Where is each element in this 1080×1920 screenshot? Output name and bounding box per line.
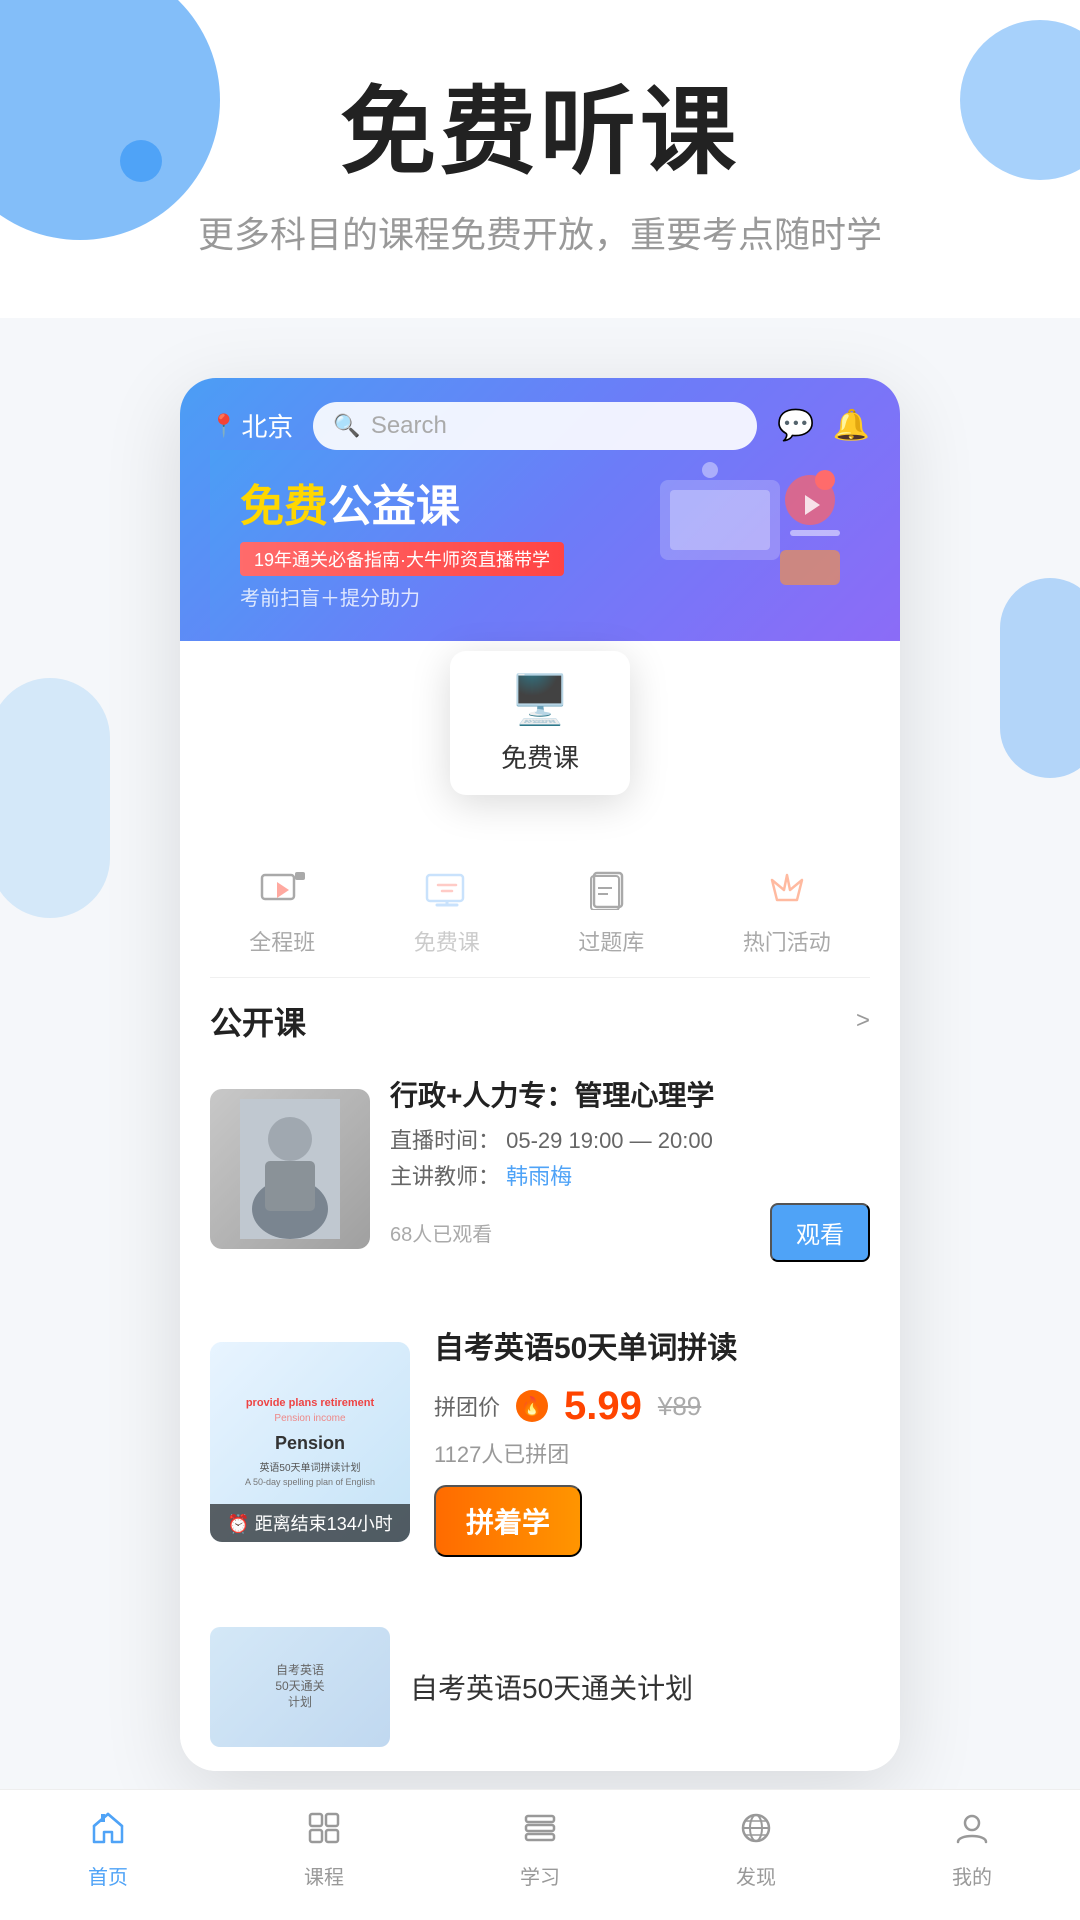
- nav-icons-row: 全程班 免费课: [180, 805, 900, 977]
- course-card: 行政+人力专：管理心理学 直播时间： 05-29 19:00 — 20:00 主…: [210, 1060, 870, 1278]
- nav-courses-label: 课程: [304, 1861, 344, 1890]
- nav-item-free-course[interactable]: 免费课: [414, 865, 480, 957]
- banner-tag: 19年通关必备指南·大牛师资直播带学: [240, 542, 564, 576]
- product2-info: 自考英语50天通关计划: [410, 1667, 870, 1707]
- course-bottom: 68人已观看 观看: [390, 1203, 870, 1262]
- nav-label-3: 过题库: [578, 925, 644, 957]
- timer-text: 距离结束134小时: [255, 1514, 393, 1534]
- nav-icon-box-3: [581, 865, 641, 915]
- sold-count: 1127人已拼团: [434, 1437, 870, 1469]
- course-meta: 直播时间： 05-29 19:00 — 20:00: [390, 1123, 870, 1155]
- banner-title-rest: 公益课: [328, 482, 460, 531]
- globe-icon: [738, 1810, 774, 1855]
- product-info-1: 自考英语50天单词拼读 拼团价 🔥 5.99 ¥89 1127人已拼团 拼着学: [434, 1328, 870, 1557]
- hero-title: 免费听课: [0, 80, 1080, 186]
- nav-section: 🖥️ 免费课 全程班: [180, 651, 900, 977]
- nav-courses[interactable]: 课程: [216, 1810, 432, 1890]
- list-icon: [522, 1810, 558, 1855]
- location-text: 北京: [241, 407, 293, 444]
- course-thumbnail: [210, 1089, 370, 1249]
- product-section-2: 自考英语50天通关计划 自考英语50天通关计划: [180, 1603, 900, 1771]
- product2-title: 自考英语50天通关计划: [410, 1667, 870, 1707]
- course-teacher: 主讲教师： 韩雨梅: [390, 1159, 870, 1191]
- grid-icon: [306, 1810, 342, 1855]
- price-label: 拼团价: [434, 1390, 500, 1422]
- banner-title-highlight: 免费: [240, 482, 328, 531]
- hero-section: 免费听课 更多科目的课程免费开放，重要考点随时学: [0, 0, 1080, 318]
- nav-mine[interactable]: 我的: [864, 1810, 1080, 1890]
- product-title-1: 自考英语50天单词拼读: [434, 1328, 870, 1370]
- teacher-label: 主讲教师：: [390, 1164, 500, 1189]
- product-timer: ⏰ 距离结束134小时: [210, 1504, 410, 1542]
- nav-home[interactable]: 首页: [0, 1810, 216, 1890]
- nav-mine-label: 我的: [952, 1861, 992, 1890]
- view-count: 68人已观看: [390, 1218, 492, 1247]
- search-placeholder-text: Search: [371, 412, 447, 440]
- section-more[interactable]: >: [856, 1007, 870, 1035]
- popup-label: 免费课: [501, 738, 579, 775]
- watch-button[interactable]: 观看: [770, 1203, 870, 1262]
- nav-home-label: 首页: [88, 1861, 128, 1890]
- location-tag[interactable]: 📍 北京: [210, 407, 293, 444]
- location-icon: 📍: [210, 413, 237, 439]
- home-icon: [90, 1810, 126, 1855]
- course-info: 行政+人力专：管理心理学 直播时间： 05-29 19:00 — 20:00 主…: [390, 1076, 870, 1262]
- app-mockup: 📍 北京 🔍 Search 💬 🔔 免费公益课 19年通关必备指南·大牛师资直播…: [180, 378, 900, 1771]
- nav-item-hot-activities[interactable]: 热门活动: [743, 865, 831, 957]
- nav-label-1: 全程班: [249, 925, 315, 957]
- app-top-bar: 📍 北京 🔍 Search 💬 🔔: [210, 402, 870, 450]
- section-title: 公开课: [210, 998, 306, 1044]
- public-course-section: 公开课 > 行政+人力专：管理心理学: [180, 977, 900, 1278]
- user-icon: [954, 1810, 990, 1855]
- product-thumbnail: provide plans retirement Pension income …: [210, 1342, 410, 1542]
- notification-icon[interactable]: 🔔: [833, 408, 870, 443]
- buy-button[interactable]: 拼着学: [434, 1485, 582, 1557]
- search-bar[interactable]: 🔍 Search: [313, 402, 757, 450]
- nav-icon-box-2: [417, 865, 477, 915]
- price-current: 5.99: [564, 1384, 642, 1429]
- mockup-wrapper: 📍 北京 🔍 Search 💬 🔔 免费公益课 19年通关必备指南·大牛师资直播…: [0, 378, 1080, 1811]
- nav-item-question-bank[interactable]: 过题库: [578, 865, 644, 957]
- teacher-photo: [210, 1089, 370, 1249]
- product-section-1: provide plans retirement Pension income …: [180, 1298, 900, 1587]
- blob-right: [1000, 578, 1080, 778]
- nav-item-all-classes[interactable]: 全程班: [249, 865, 315, 957]
- message-icon[interactable]: 💬: [777, 408, 814, 443]
- section-header: 公开课 >: [210, 977, 870, 1060]
- nav-icon-box-1: [252, 865, 312, 915]
- nav-study-label: 学习: [520, 1861, 560, 1890]
- top-icons: 💬 🔔: [777, 408, 870, 443]
- nav-label-2: 免费课: [414, 925, 480, 957]
- nav-discover[interactable]: 发现: [648, 1810, 864, 1890]
- product2-thumbnail: 自考英语50天通关计划: [210, 1627, 390, 1747]
- nav-discover-label: 发现: [736, 1861, 776, 1890]
- hero-subtitle: 更多科目的课程免费开放，重要考点随时学: [0, 206, 1080, 258]
- app-banner: 免费公益课 19年通关必备指南·大牛师资直播带学 考前扫盲＋提分助力: [210, 450, 870, 641]
- teacher-name: 韩雨梅: [506, 1164, 572, 1189]
- product-price-row: 拼团价 🔥 5.99 ¥89: [434, 1384, 870, 1429]
- course-title: 行政+人力专：管理心理学: [390, 1076, 870, 1115]
- price-original: ¥89: [658, 1391, 701, 1422]
- popup-card: 🖥️ 免费课: [450, 651, 630, 795]
- price-icon: 🔥: [516, 1390, 548, 1422]
- bottom-nav: 首页 课程 学习: [0, 1789, 1080, 1920]
- app-header: 📍 北京 🔍 Search 💬 🔔 免费公益课 19年通关必备指南·大牛师资直播…: [180, 378, 900, 641]
- banner-illustration: [650, 460, 850, 590]
- clock-icon: ⏰: [227, 1514, 249, 1534]
- search-icon: 🔍: [333, 413, 360, 439]
- popup-icon: 🖥️: [510, 671, 570, 728]
- nav-icon-box-4: [757, 865, 817, 915]
- nav-label-4: 热门活动: [743, 925, 831, 957]
- blob-left: [0, 678, 110, 918]
- nav-study[interactable]: 学习: [432, 1810, 648, 1890]
